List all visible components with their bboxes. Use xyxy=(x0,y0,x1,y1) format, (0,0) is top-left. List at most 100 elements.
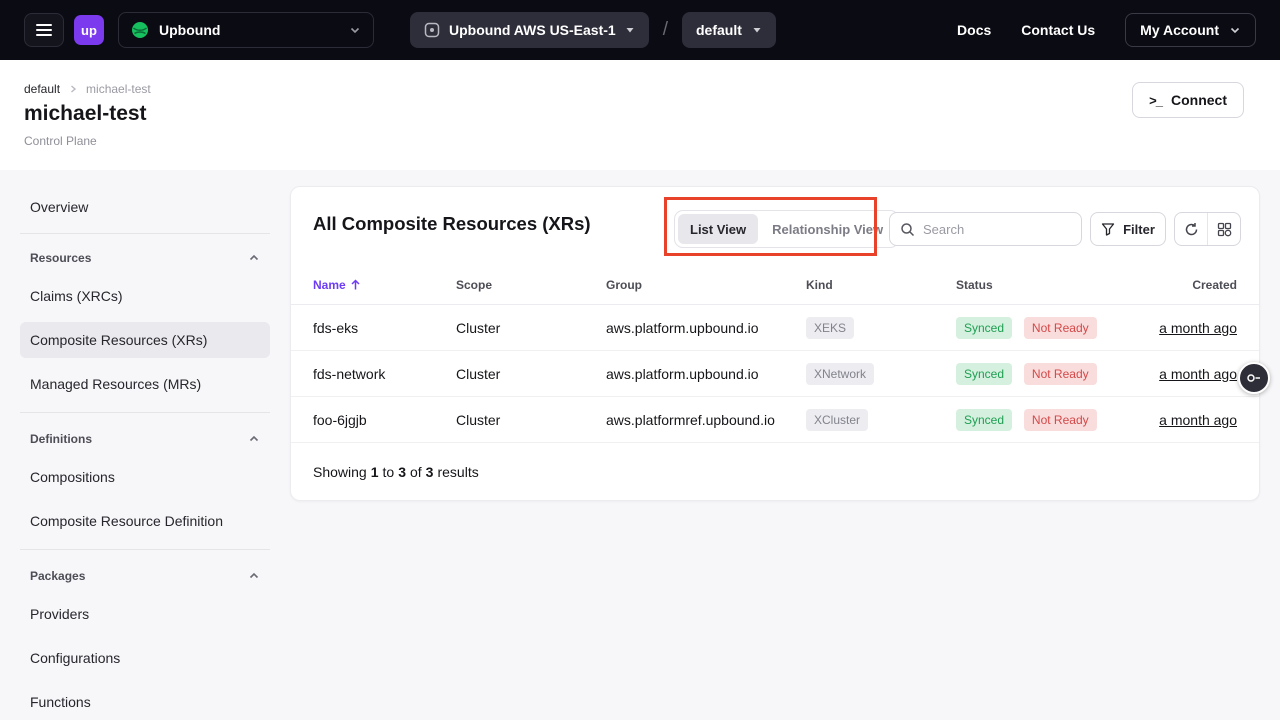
results-summary: Showing 1 to 3 of 3 results xyxy=(291,443,1259,501)
table-row[interactable]: foo-6jgjb Cluster aws.platformref.upboun… xyxy=(291,397,1259,443)
terminal-icon: >_ xyxy=(1149,93,1162,108)
refresh-icon xyxy=(1184,222,1199,237)
search-box xyxy=(889,212,1082,246)
sidebar-item-composite-resources[interactable]: Composite Resources (XRs) xyxy=(20,322,270,358)
search-icon xyxy=(900,222,915,237)
extensions-icon xyxy=(1217,222,1232,237)
summary-text: of xyxy=(410,464,422,480)
sidebar-item-configurations[interactable]: Configurations xyxy=(20,640,270,676)
docs-link[interactable]: Docs xyxy=(957,22,991,38)
cell-group: aws.platform.upbound.io xyxy=(606,320,806,336)
card-title: All Composite Resources (XRs) xyxy=(313,213,591,235)
cell-kind: XEKS xyxy=(806,317,956,339)
filter-icon xyxy=(1101,222,1115,236)
relationship-view-label: Relationship View xyxy=(772,222,883,237)
sidebar-section-packages[interactable]: Packages xyxy=(20,562,270,590)
group-dropdown[interactable]: default xyxy=(682,12,776,48)
cell-created: a month ago xyxy=(1119,320,1237,336)
sidebar-section-definitions[interactable]: Definitions xyxy=(20,425,270,453)
column-label: Name xyxy=(313,278,346,292)
sidebar-item-label: Composite Resources (XRs) xyxy=(30,332,207,348)
sidebar-item-managed-resources[interactable]: Managed Resources (MRs) xyxy=(20,366,270,402)
column-header-scope[interactable]: Scope xyxy=(456,278,606,292)
sidebar-item-label: Managed Resources (MRs) xyxy=(30,376,201,392)
control-plane-dropdown-label: Upbound AWS US-East-1 xyxy=(449,22,616,38)
kind-badge: XNetwork xyxy=(806,363,874,385)
summary-text: results xyxy=(437,464,478,480)
sidebar-item-label: Providers xyxy=(30,606,89,622)
relationship-view-button[interactable]: Relationship View xyxy=(760,214,895,244)
column-header-kind[interactable]: Kind xyxy=(806,278,956,292)
contact-us-link[interactable]: Contact Us xyxy=(1021,22,1095,38)
column-header-name[interactable]: Name xyxy=(313,278,456,292)
my-account-button[interactable]: My Account xyxy=(1125,13,1256,47)
extensions-button[interactable] xyxy=(1207,213,1240,245)
table-row[interactable]: fds-eks Cluster aws.platform.upbound.io … xyxy=(291,305,1259,351)
sort-asc-icon xyxy=(350,279,361,291)
not-ready-badge: Not Ready xyxy=(1024,363,1097,385)
widget-icon xyxy=(1246,370,1262,386)
sidebar-item-overview[interactable]: Overview xyxy=(20,190,270,224)
sidebar: Overview Resources Claims (XRCs) Composi… xyxy=(20,0,270,720)
summary-text: Showing xyxy=(313,464,367,480)
filter-label: Filter xyxy=(1123,222,1155,237)
my-account-label: My Account xyxy=(1140,22,1219,38)
search-input[interactable] xyxy=(923,222,1071,237)
created-link[interactable]: a month ago xyxy=(1159,366,1237,382)
column-header-status[interactable]: Status xyxy=(956,278,1119,292)
summary-to: 3 xyxy=(398,464,406,480)
cell-status: Synced Not Ready xyxy=(956,317,1119,339)
floating-widget-button[interactable] xyxy=(1238,362,1270,394)
sidebar-item-composite-resource-definition[interactable]: Composite Resource Definition xyxy=(20,503,270,539)
list-view-label: List View xyxy=(690,222,746,237)
sidebar-section-label: Resources xyxy=(30,251,91,265)
filter-button[interactable]: Filter xyxy=(1090,212,1166,246)
cell-kind: XCluster xyxy=(806,409,956,431)
created-link[interactable]: a month ago xyxy=(1159,412,1237,428)
cell-group: aws.platform.upbound.io xyxy=(606,366,806,382)
connect-button[interactable]: >_ Connect xyxy=(1132,82,1244,118)
cell-name: fds-network xyxy=(313,366,456,382)
table-header-row: Name Scope Group Kind Status Created xyxy=(291,265,1259,305)
sidebar-item-functions[interactable]: Functions xyxy=(20,684,270,720)
cell-kind: XNetwork xyxy=(806,363,956,385)
chevron-down-icon xyxy=(349,24,361,36)
column-header-group[interactable]: Group xyxy=(606,278,806,292)
column-header-created[interactable]: Created xyxy=(1119,278,1237,292)
list-view-button[interactable]: List View xyxy=(678,214,758,244)
sidebar-item-label: Functions xyxy=(30,694,91,710)
group-dropdown-label: default xyxy=(696,22,742,38)
control-plane-icon xyxy=(424,22,440,38)
refresh-button[interactable] xyxy=(1175,213,1207,245)
table-row[interactable]: fds-network Cluster aws.platform.upbound… xyxy=(291,351,1259,397)
not-ready-badge: Not Ready xyxy=(1024,409,1097,431)
cell-name: fds-eks xyxy=(313,320,456,336)
sidebar-item-label: Composite Resource Definition xyxy=(30,513,223,529)
kind-badge: XCluster xyxy=(806,409,868,431)
summary-total: 3 xyxy=(426,464,434,480)
sidebar-item-compositions[interactable]: Compositions xyxy=(20,459,270,495)
sidebar-section-resources[interactable]: Resources xyxy=(20,244,270,272)
sidebar-item-label: Configurations xyxy=(30,650,120,666)
top-nav-links: Docs Contact Us My Account xyxy=(957,13,1256,47)
synced-badge: Synced xyxy=(956,317,1012,339)
cell-name: foo-6jgjb xyxy=(313,412,456,428)
chevron-up-icon xyxy=(248,252,260,264)
sidebar-item-providers[interactable]: Providers xyxy=(20,596,270,632)
cell-created: a month ago xyxy=(1119,412,1237,428)
screen: up Upbound Upbound AWS US-East-1 / defau… xyxy=(0,0,1280,720)
chevron-up-icon xyxy=(248,570,260,582)
divider xyxy=(20,549,270,550)
sidebar-item-label: Claims (XRCs) xyxy=(30,288,123,304)
created-link[interactable]: a month ago xyxy=(1159,320,1237,336)
cell-group: aws.platformref.upbound.io xyxy=(606,412,806,428)
cell-created: a month ago xyxy=(1119,366,1237,382)
summary-text: to xyxy=(383,464,395,480)
cell-status: Synced Not Ready xyxy=(956,409,1119,431)
cell-status: Synced Not Ready xyxy=(956,363,1119,385)
divider xyxy=(20,412,270,413)
summary-from: 1 xyxy=(371,464,379,480)
sidebar-section-label: Packages xyxy=(30,569,85,583)
sidebar-item-claims[interactable]: Claims (XRCs) xyxy=(20,278,270,314)
control-plane-dropdown[interactable]: Upbound AWS US-East-1 xyxy=(410,12,649,48)
